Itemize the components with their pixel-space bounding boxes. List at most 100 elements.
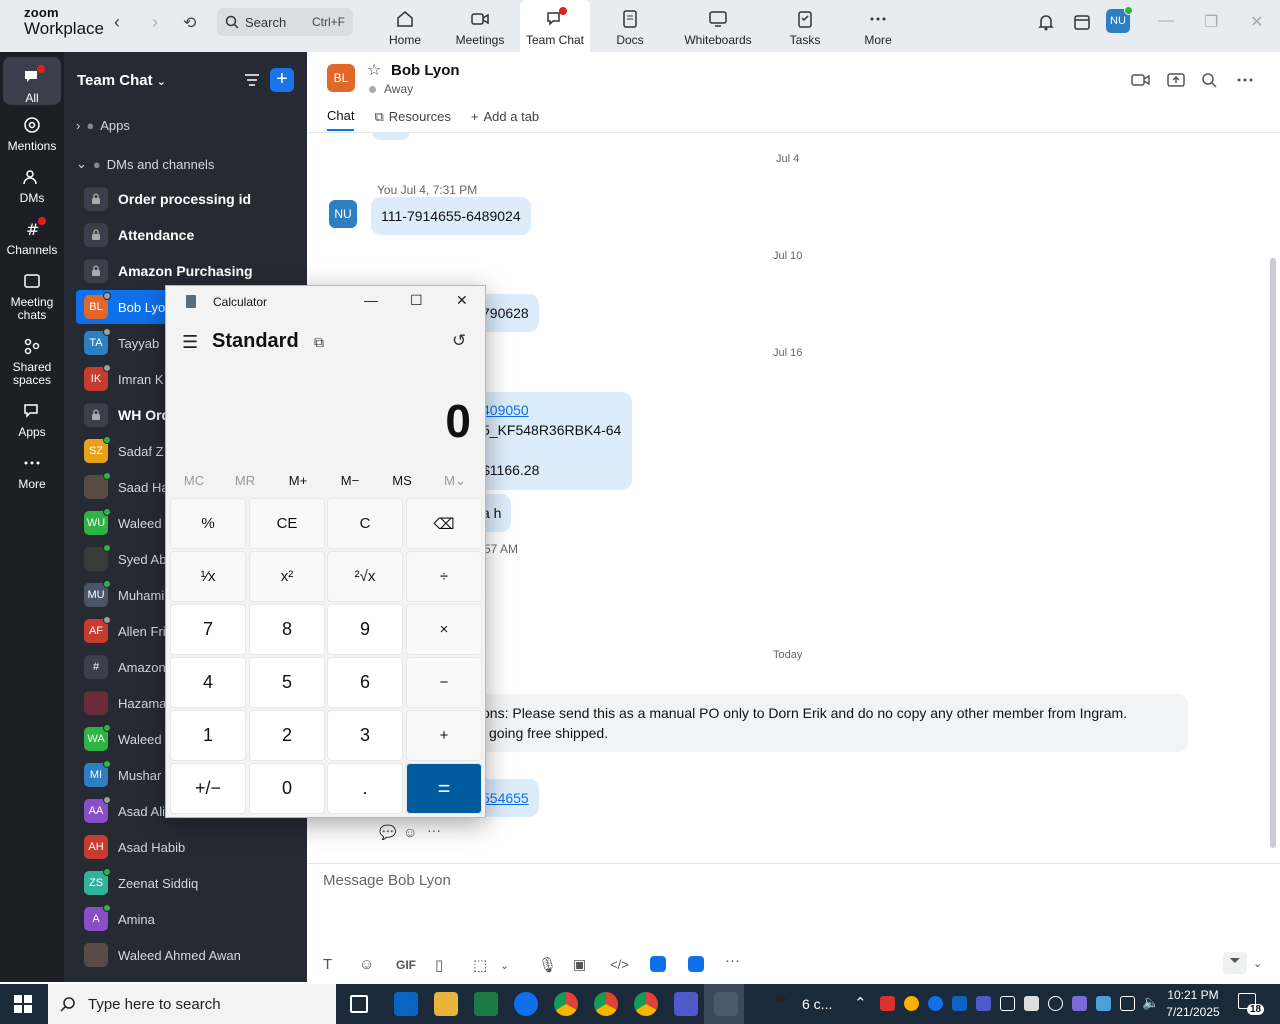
vpn-tray-icon[interactable] (1072, 996, 1087, 1011)
hamburger-menu-icon[interactable]: ☰ (182, 332, 198, 353)
contact-item[interactable]: Waleed Ahmed Awan (76, 938, 307, 972)
memory-button[interactable]: M+ (276, 473, 320, 488)
history-icon[interactable]: ↺ (452, 331, 466, 351)
tab-add[interactable]: + Add a tab (471, 108, 539, 131)
rail-more[interactable]: More (0, 453, 64, 491)
maximize-icon[interactable]: ❐ (1204, 12, 1218, 32)
more-tools-icon[interactable]: ··· (725, 952, 740, 969)
new-chat-button[interactable]: + (270, 68, 294, 92)
minimize-icon[interactable]: — (1158, 12, 1174, 30)
percent-button[interactable]: % (170, 498, 246, 549)
rail-apps[interactable]: Apps (0, 401, 64, 439)
rail-channels[interactable]: # Channels (0, 217, 64, 257)
display-tray-icon[interactable] (1000, 996, 1015, 1011)
digit-8-button[interactable]: 8 (249, 604, 325, 655)
square-button[interactable]: x² (249, 551, 325, 602)
nav-docs[interactable]: Docs (595, 0, 665, 52)
tray-overflow-icon[interactable]: ⌃ (854, 994, 867, 1012)
bell-icon[interactable] (1036, 12, 1056, 32)
taskbar-search-input[interactable]: Type here to search (48, 984, 336, 1024)
contact-item[interactable]: ZS Zeenat Siddiq (76, 866, 307, 900)
outlook-tray-icon[interactable] (952, 996, 967, 1011)
nav-whiteboards[interactable]: Whiteboards (680, 0, 756, 52)
teams-taskbar-icon[interactable] (674, 992, 698, 1016)
digit-2-button[interactable]: 2 (249, 710, 325, 761)
close-icon[interactable]: ✕ (1250, 12, 1263, 32)
section-dms[interactable]: ⌄ ● DMs and channels (76, 156, 214, 172)
memory-button[interactable]: MR (223, 473, 267, 488)
channel-item[interactable]: Order processing id (76, 182, 307, 216)
nav-more[interactable]: More (843, 0, 913, 52)
chrome-tray-icon[interactable] (904, 996, 919, 1011)
digit-0-button[interactable]: 0 (249, 763, 325, 814)
digit-7-button[interactable]: 7 (170, 604, 246, 655)
section-apps[interactable]: › ● Apps (76, 118, 130, 133)
memory-button[interactable]: M− (328, 473, 372, 488)
code-icon[interactable]: </> (610, 957, 629, 972)
weather-text[interactable]: 6 c... (802, 996, 832, 1012)
digit-4-button[interactable]: 4 (170, 657, 246, 708)
forward-arrow-icon[interactable]: › (152, 12, 158, 33)
backspace-button[interactable]: ⌫ (406, 498, 482, 549)
close-icon[interactable]: ✕ (456, 292, 468, 309)
nav-tasks[interactable]: Tasks (770, 0, 840, 52)
search-icon[interactable] (1201, 72, 1217, 88)
contact-item[interactable]: A Amina (76, 902, 307, 936)
rail-meeting-chats[interactable]: Meeting chats (0, 271, 64, 322)
security-tray-icon[interactable] (1024, 996, 1039, 1011)
star-icon[interactable]: ☆ (367, 60, 381, 80)
memory-button[interactable]: MS (380, 473, 424, 488)
text-format-icon[interactable]: T (323, 956, 332, 973)
excel-taskbar-icon[interactable] (474, 992, 498, 1016)
clear-entry-button[interactable]: CE (249, 498, 325, 549)
app-integration-icon[interactable] (650, 956, 666, 972)
channel-item[interactable]: Attendance (76, 218, 307, 252)
more-options-icon[interactable] (1237, 78, 1253, 82)
teams-tray-icon[interactable] (976, 996, 991, 1011)
screenshot-icon[interactable]: ⬚ (473, 956, 487, 974)
chat-list-title[interactable]: Team Chat ⌄ (77, 72, 166, 89)
user-avatar[interactable]: NU (1106, 6, 1133, 33)
digit-5-button[interactable]: 5 (249, 657, 325, 708)
file-explorer-icon[interactable] (434, 992, 458, 1016)
channel-item[interactable]: Amazon Purchasing (76, 254, 307, 288)
message-link[interactable]: 554655 (482, 790, 529, 806)
equals-button[interactable]: = (406, 763, 482, 814)
add-button[interactable]: + (406, 710, 482, 761)
emoji-reaction-icon[interactable]: ☺ (403, 824, 417, 840)
network-tray-icon[interactable] (1048, 996, 1063, 1011)
sender-avatar[interactable]: NU (329, 200, 357, 228)
taskbar-clock[interactable]: 10:21 PM 7/21/2025 (1160, 987, 1226, 1021)
decimal-button[interactable]: . (327, 763, 403, 814)
keep-on-top-icon[interactable]: ⧉ (314, 334, 324, 351)
square-root-button[interactable]: ²√x (327, 551, 403, 602)
rail-mentions[interactable]: Mentions (0, 115, 64, 153)
gif-button[interactable]: GIF (396, 958, 416, 972)
chrome-profile-2-icon[interactable] (594, 992, 618, 1016)
reciprocal-button[interactable]: ¹⁄x (170, 551, 246, 602)
digit-9-button[interactable]: 9 (327, 604, 403, 655)
calendar-icon[interactable] (1072, 12, 1092, 32)
back-arrow-icon[interactable]: ‹ (114, 12, 120, 33)
contact-avatar[interactable]: BL (327, 64, 355, 92)
chat-scrollbar[interactable] (1270, 258, 1276, 848)
calculator-taskbar-icon[interactable] (714, 992, 738, 1016)
digit-3-button[interactable]: 3 (327, 710, 403, 761)
volume-icon[interactable]: 🔈 (1142, 994, 1159, 1011)
share-screen-icon[interactable] (1167, 72, 1185, 88)
nav-meetings[interactable]: Meetings (445, 0, 515, 52)
chrome-taskbar-icon[interactable] (554, 992, 578, 1016)
search-input[interactable]: Search Ctrl+F (217, 8, 353, 36)
contact-name[interactable]: Bob Lyon (391, 62, 460, 79)
whiteboard-share-icon[interactable] (688, 956, 704, 972)
chevron-down-icon[interactable]: ⌄ (500, 959, 509, 972)
nav-team-chat[interactable]: Team Chat (520, 0, 590, 52)
memory-button[interactable]: M⌄ (433, 473, 477, 489)
rail-all[interactable]: All (3, 57, 61, 105)
zoom-taskbar-icon[interactable] (514, 992, 538, 1016)
tab-chat[interactable]: Chat (327, 108, 355, 131)
message-bubble[interactable]: ons: Please send this as a manual PO onl… (472, 694, 1188, 752)
acrobat-tray-icon[interactable] (880, 996, 895, 1011)
video-message-icon[interactable]: ▣ (573, 956, 586, 973)
microphone-icon[interactable]: 🎙 (538, 956, 557, 974)
